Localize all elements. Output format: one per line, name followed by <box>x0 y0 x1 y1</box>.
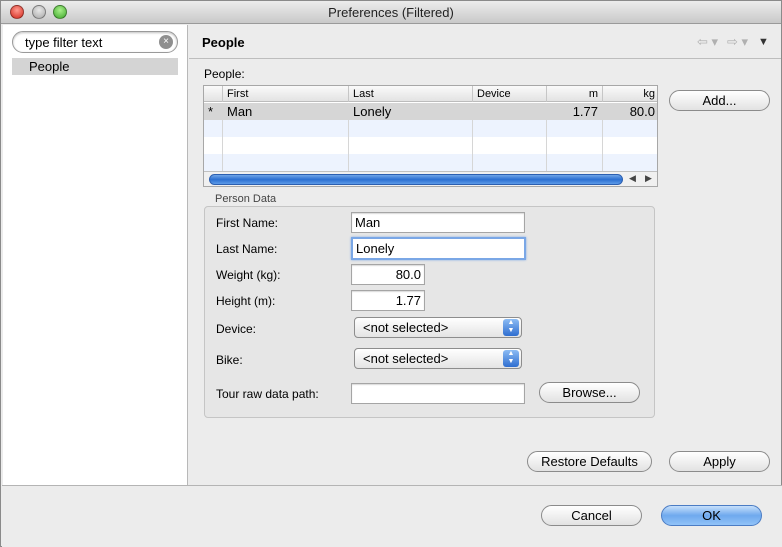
people-table: First Last Device m kg * Man Lonely 1.77… <box>203 85 658 187</box>
ok-button[interactable]: OK <box>661 505 762 526</box>
height-label: Height (m): <box>216 294 276 308</box>
device-select[interactable]: <not selected> ▲ ▼ <box>354 317 522 338</box>
updown-arrows-icon: ▲ ▼ <box>503 319 519 336</box>
page-title: People <box>202 35 245 50</box>
first-name-field[interactable] <box>351 212 525 233</box>
preferences-window: Preferences (Filtered) × People People ⇦… <box>0 0 782 547</box>
tree-item-people[interactable]: People <box>12 58 178 75</box>
first-name-label: First Name: <box>216 216 279 230</box>
scroll-left-icon[interactable]: ◀ <box>629 173 636 184</box>
cell-m: 1.77 <box>547 103 603 120</box>
weight-field[interactable] <box>351 264 425 285</box>
bike-select[interactable]: <not selected> ▲ ▼ <box>354 348 522 369</box>
horizontal-scrollbar[interactable]: ◀ ▶ <box>204 171 657 186</box>
filter-input[interactable] <box>23 34 153 50</box>
cell-first: Man <box>223 103 349 120</box>
weight-label: Weight (kg): <box>216 268 281 282</box>
back-arrow-icon[interactable]: ⇦ ▾ <box>697 34 718 50</box>
view-menu-icon[interactable]: ▼ <box>758 36 769 48</box>
forward-arrow-icon[interactable]: ⇨ ▾ <box>727 34 748 50</box>
tour-path-label: Tour raw data path: <box>216 387 319 401</box>
row-marker: * <box>204 103 223 120</box>
column-header-last[interactable]: Last <box>349 86 473 102</box>
people-label: People: <box>204 67 245 81</box>
device-label: Device: <box>216 322 257 336</box>
cell-device <box>473 103 547 120</box>
window-title: Preferences (Filtered) <box>328 5 454 20</box>
preference-page: People ⇦ ▾ ⇨ ▾ ▼ People: First Last Devi… <box>189 25 781 485</box>
add-person-button[interactable]: Add... <box>669 90 770 111</box>
scroll-right-icon[interactable]: ▶ <box>645 173 652 184</box>
person-data-group-title: Person Data <box>215 193 277 205</box>
scrollbar-thumb[interactable] <box>209 174 623 185</box>
dialog-button-bar: Cancel OK <box>2 485 782 547</box>
cell-kg: 80.0 <box>629 104 655 119</box>
clear-filter-icon[interactable]: × <box>159 35 173 49</box>
apply-button[interactable]: Apply <box>669 451 770 472</box>
table-row[interactable]: * Man Lonely 1.77 80.0 <box>204 103 657 120</box>
height-field[interactable] <box>351 290 425 311</box>
bike-select-value: <not selected> <box>363 351 449 366</box>
column-header-kg[interactable]: kg <box>603 86 657 102</box>
device-select-value: <not selected> <box>363 320 449 335</box>
restore-defaults-button[interactable]: Restore Defaults <box>527 451 652 472</box>
preference-tree-pane: × People <box>3 25 188 485</box>
updown-arrows-icon: ▲ ▼ <box>503 350 519 367</box>
column-header-m[interactable]: m <box>547 86 603 102</box>
cancel-button[interactable]: Cancel <box>541 505 642 526</box>
tour-path-field[interactable] <box>351 383 525 404</box>
filter-field[interactable]: × <box>12 31 178 53</box>
bike-label: Bike: <box>216 353 243 367</box>
empty-row <box>204 120 657 137</box>
column-header-first[interactable]: First <box>223 86 349 102</box>
last-name-label: Last Name: <box>216 242 278 256</box>
title-bar: Preferences (Filtered) <box>1 1 781 24</box>
last-name-field[interactable] <box>351 237 526 260</box>
browse-button[interactable]: Browse... <box>539 382 640 403</box>
column-header-device[interactable]: Device <box>473 86 547 102</box>
page-header: People ⇦ ▾ ⇨ ▾ ▼ <box>189 25 781 59</box>
column-header-marker[interactable] <box>204 86 223 102</box>
empty-row <box>204 137 657 154</box>
empty-row <box>204 154 657 171</box>
cell-last: Lonely <box>349 103 473 120</box>
table-header: First Last Device m kg <box>204 86 657 102</box>
